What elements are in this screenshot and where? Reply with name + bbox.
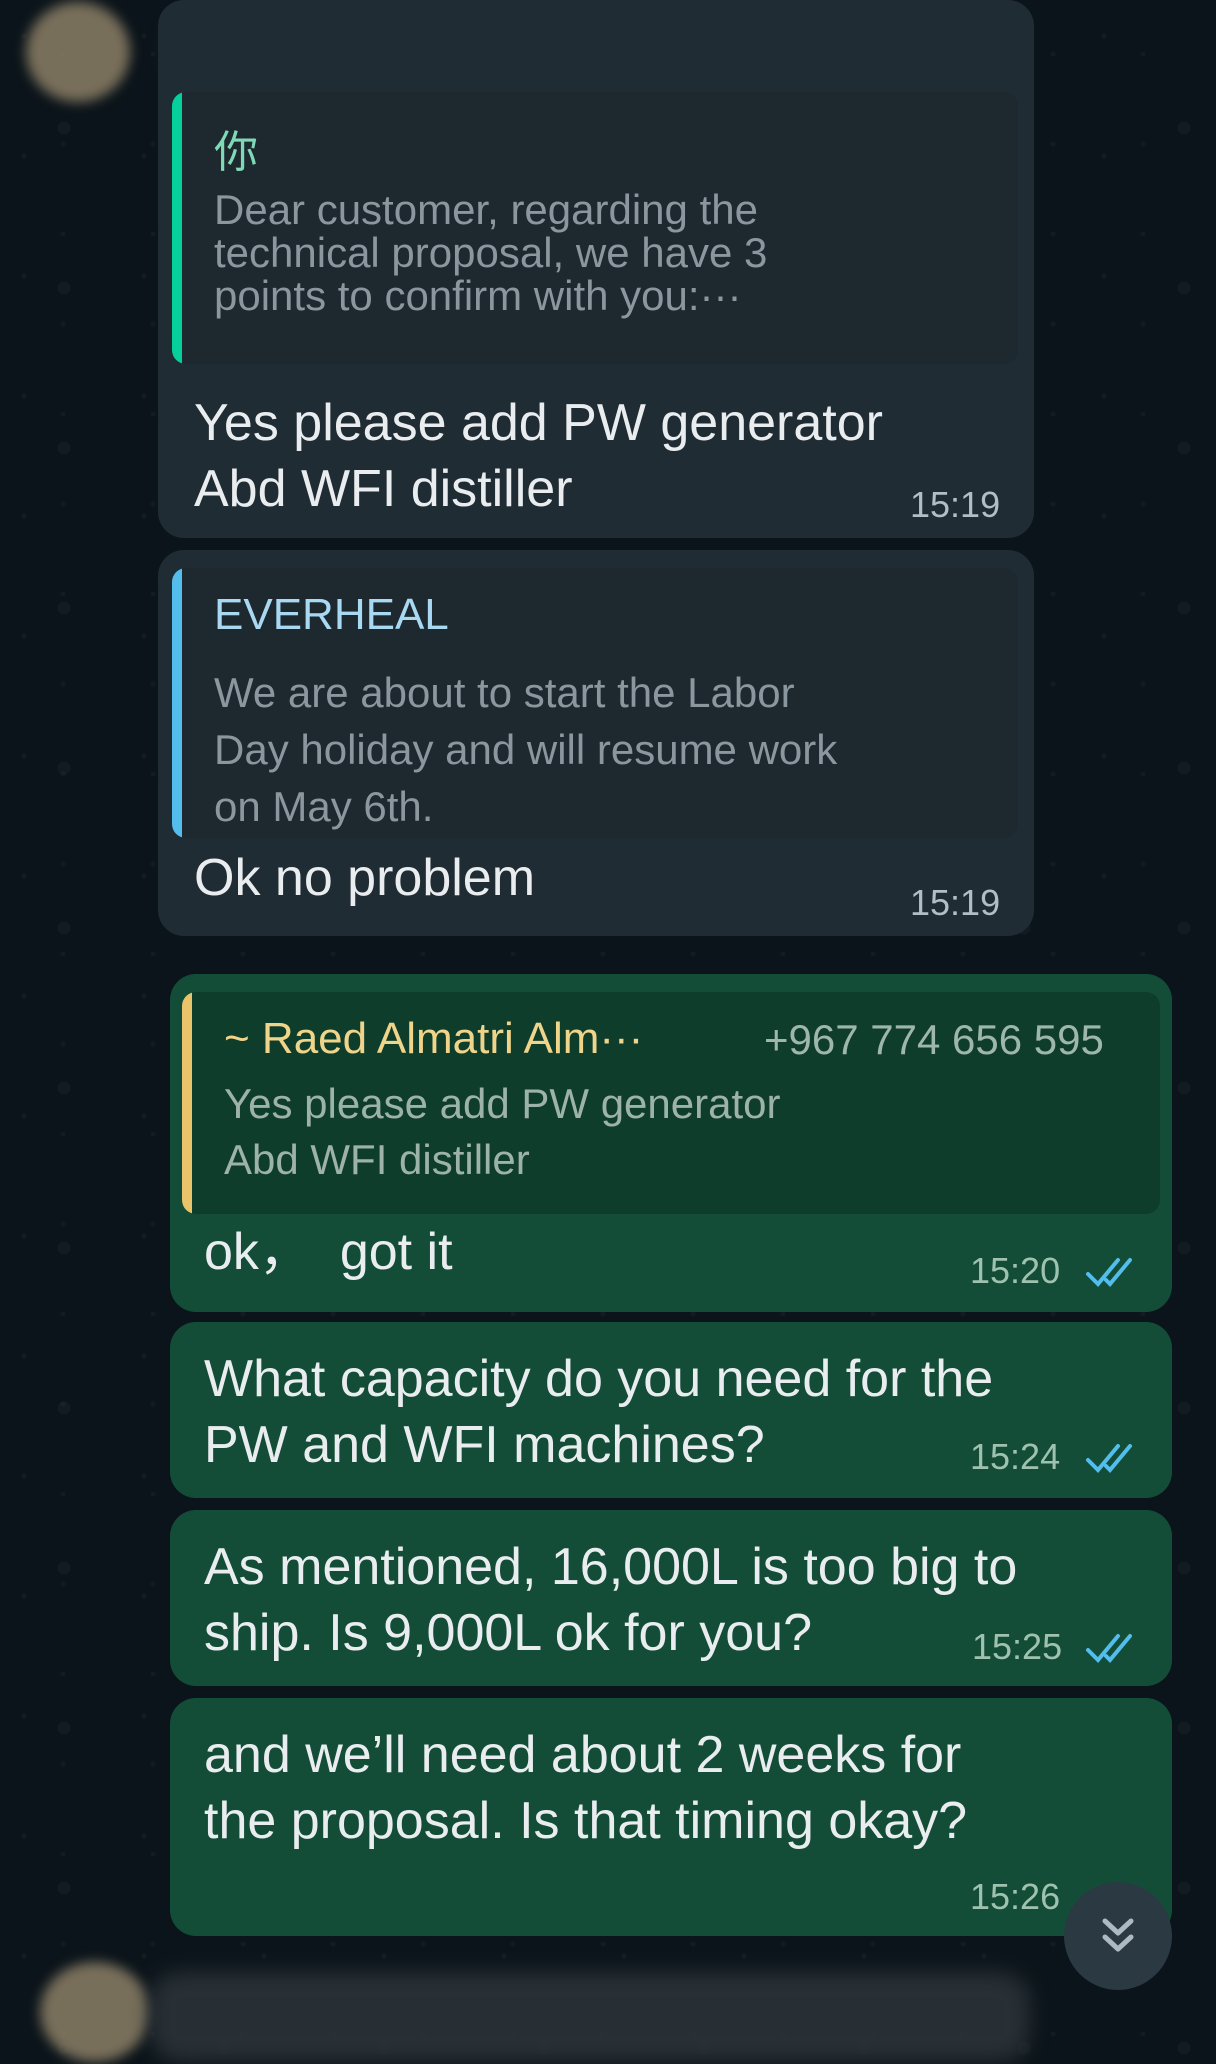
message-text: ok， got it <box>204 1223 453 1281</box>
quote-sender-phone: +967 774 656 595 <box>764 1016 1104 1063</box>
message-text: Yes please add PW generator Abd WFI dist… <box>194 394 883 518</box>
message-text: and we’ll need about 2 weeks for the pro… <box>204 1726 968 1850</box>
message-bubble-outgoing[interactable]: ~ Raed Almatri Alm··· +967 774 656 595 Y… <box>170 974 1172 1312</box>
quote-accent-bar <box>172 92 182 364</box>
message-time: 15:26 <box>970 1876 1061 1917</box>
quoted-message[interactable]: ~ Raed Almatri Alm··· +967 774 656 595 Y… <box>182 992 1160 1214</box>
message-time: 15:19 <box>910 484 1001 525</box>
quote-text: We are about to start the Labor Day holi… <box>214 669 838 830</box>
message-bubble-incoming[interactable]: 你 Dear customer, regarding the technical… <box>158 0 1034 538</box>
quote-sender: EVERHEAL <box>214 590 449 639</box>
quote-text: Dear customer, regarding the technical p… <box>214 186 768 319</box>
message-time: 15:19 <box>910 882 1001 923</box>
message-time: 15:25 <box>972 1626 1063 1667</box>
message-bubble-outgoing[interactable]: and we’ll need about 2 weeks for the pro… <box>170 1698 1172 1936</box>
message-text: Ok no problem <box>194 849 536 907</box>
double-check-icon <box>1086 1258 1132 1287</box>
message-bubble-outgoing[interactable]: As mentioned, 16,000L is too big to ship… <box>170 1510 1172 1686</box>
scroll-to-bottom-button[interactable] <box>1064 1882 1172 1990</box>
quote-accent-bar <box>182 992 192 1214</box>
quote-sender: ~ Raed Almatri Alm··· <box>224 1014 644 1063</box>
blurred-footer-content <box>150 1972 1030 2062</box>
quote-text: Yes please add PW generator Abd WFI dist… <box>224 1080 781 1183</box>
quote-accent-bar <box>172 568 182 838</box>
contact-avatar-blurred[interactable] <box>26 2 130 102</box>
quote-sender: 你 <box>214 128 258 177</box>
double-check-icon <box>1086 1634 1132 1663</box>
message-time: 15:24 <box>970 1436 1061 1477</box>
quoted-message[interactable]: EVERHEAL We are about to start the Labor… <box>172 568 1018 838</box>
quoted-message[interactable]: 你 Dear customer, regarding the technical… <box>172 92 1018 364</box>
sender-avatar-blurred <box>40 1962 150 2062</box>
double-check-icon <box>1086 1444 1132 1473</box>
double-chevron-down-icon <box>1102 1918 1134 1952</box>
message-bubble-outgoing[interactable]: What capacity do you need for the PW and… <box>170 1322 1172 1498</box>
message-time: 15:20 <box>970 1250 1061 1291</box>
message-bubble-incoming[interactable]: EVERHEAL We are about to start the Labor… <box>158 550 1034 936</box>
